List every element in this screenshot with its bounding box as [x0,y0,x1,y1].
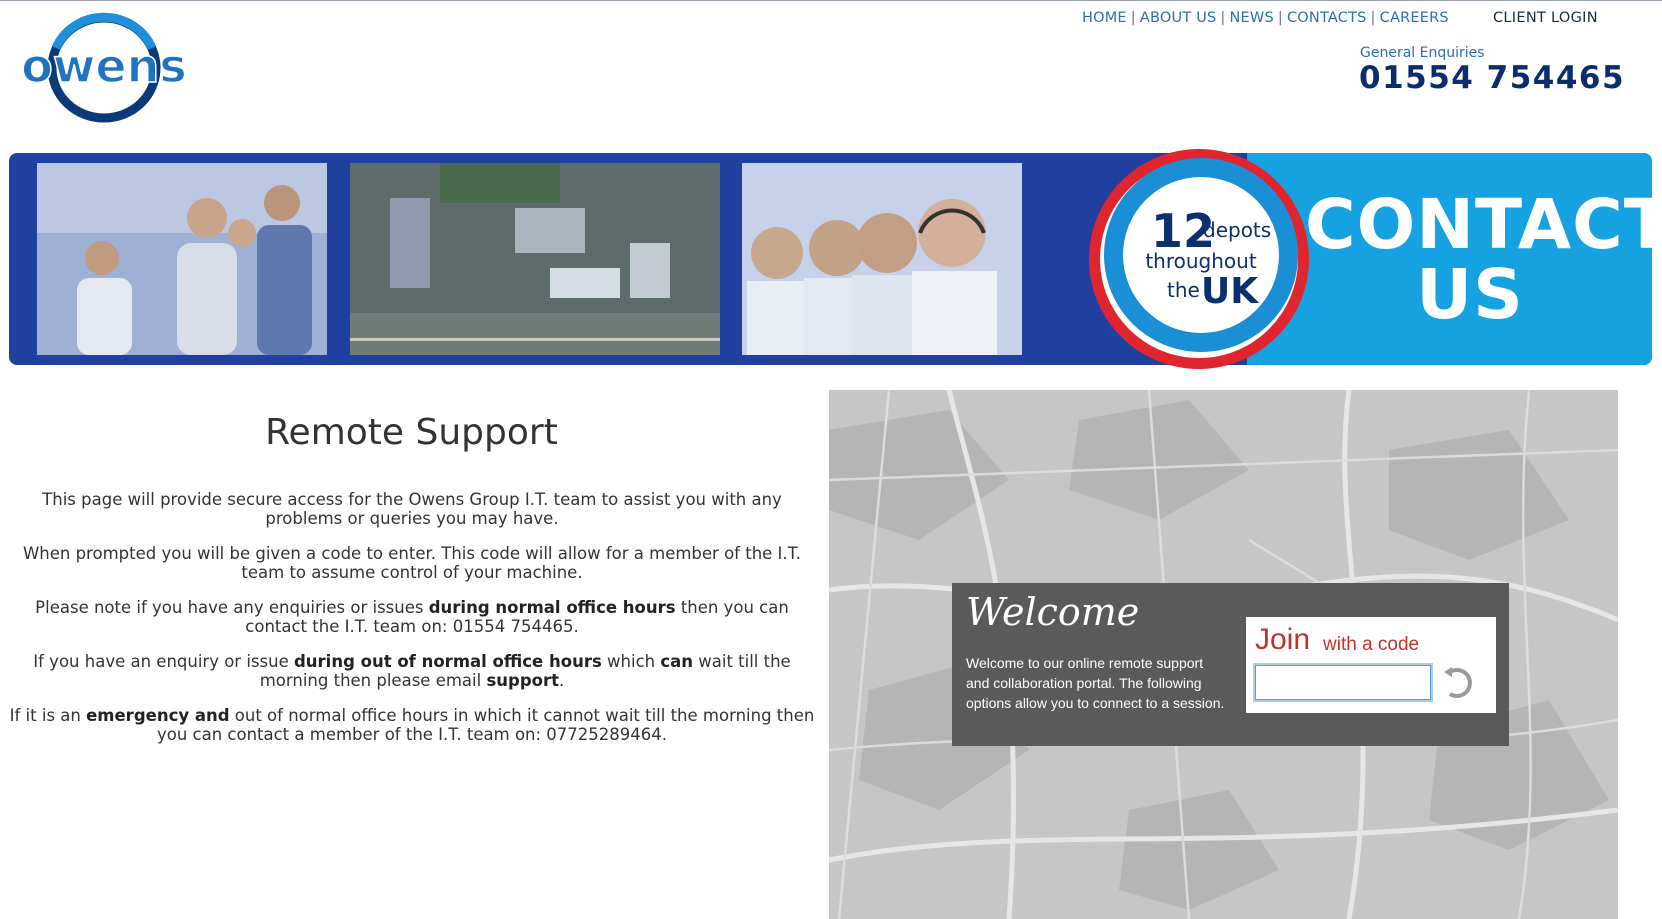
info-paragraph: This page will provide secure access for… [42,490,782,528]
info-paragraph: If it is an emergency and out of normal … [9,706,815,744]
client-login-link[interactable]: CLIENT LOGIN [1493,10,1598,26]
nav-contacts[interactable]: CONTACTS [1287,10,1367,26]
info-paragraph: When prompted you will be given a code t… [22,544,802,582]
nav-careers[interactable]: CAREERS [1380,10,1449,26]
logo-text: owens [21,39,186,93]
banner-photo-call-center [742,163,1022,355]
banner-photo-aerial [350,163,720,355]
owens-logo[interactable]: owens [14,12,194,124]
nav-about-us[interactable]: ABOUT US [1140,10,1217,26]
welcome-text: Welcome to our online remote support and… [966,655,1225,711]
info-paragraph: Please note if you have any enquiries or… [35,598,789,636]
enquiries-phone: 01554 754465 [1359,60,1626,96]
support-info: This page will provide secure access for… [8,490,816,760]
badge-uk: UK [1201,271,1259,312]
join-sublabel: with a code [1323,634,1420,655]
go-arrow-icon[interactable] [1440,666,1474,700]
session-code-input[interactable] [1253,663,1433,702]
banner-photo-team [37,163,327,355]
welcome-title: Welcome [966,590,1140,634]
badge-depots: depots [1203,218,1271,242]
nav-home[interactable]: HOME [1082,10,1127,26]
info-paragraph: If you have an enquiry or issue during o… [33,652,791,690]
nav-news[interactable]: NEWS [1230,10,1274,26]
contact-us-heading: CONTACT US [1305,185,1662,335]
top-nav: HOME | ABOUT US | NEWS | CONTACTS | CAREERS [1082,10,1449,26]
badge-the: the [1167,278,1200,302]
badge-throughout: throughout [1145,249,1256,273]
page-title: Remote Support [265,412,558,453]
top-border [0,0,1662,1]
general-enquiries-label: General Enquiries [1360,45,1485,61]
depots-badge: 12 depots throughout the UK [1089,149,1309,369]
join-label: Join [1255,623,1311,656]
